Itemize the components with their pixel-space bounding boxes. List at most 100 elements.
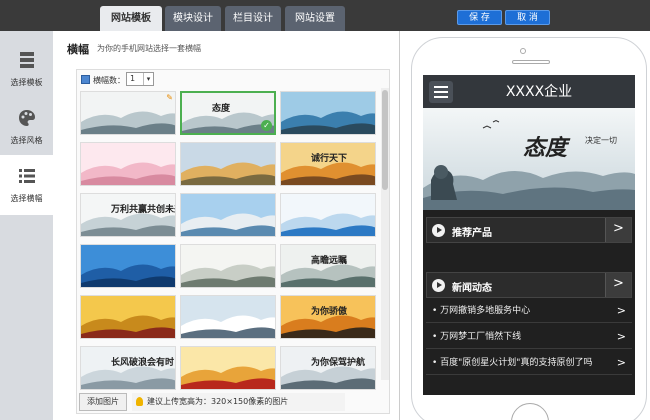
banner-image (181, 347, 275, 389)
banner-image (181, 296, 275, 338)
home-button-icon (511, 403, 549, 420)
scrollbar[interactable] (381, 88, 389, 380)
banner-thumbnail[interactable] (280, 91, 376, 135)
banner-thumbnail[interactable]: ✎ (80, 91, 176, 135)
banner-caption: 态度 (212, 104, 231, 114)
tab-site-settings[interactable]: 网站设置 (285, 6, 345, 31)
news-item[interactable]: • 万网梦工厂悄然下线 > (426, 325, 632, 349)
camera-icon (520, 48, 526, 54)
phone-banner: 态度 决定一切 (423, 108, 635, 210)
banner-thumbnail[interactable] (80, 295, 176, 339)
edit-icon[interactable]: ✎ (166, 93, 173, 102)
sidebar-item-choose-template[interactable]: 选择模板 (0, 39, 53, 97)
banner-thumbnail[interactable]: 为你保驾护航 (280, 346, 376, 390)
banner-image (281, 194, 375, 236)
phone-screen: XXXX企业 态度 决定一切 推荐产品 > 新闻动态 > • 万网撤销多地服务中… (423, 75, 635, 395)
chevron-right-icon[interactable]: > (605, 218, 631, 242)
banner-thumbnail[interactable]: 为你骄傲 (280, 295, 376, 339)
phone-header: XXXX企业 (423, 75, 635, 108)
banner-caption: 高瞻远瞩 (311, 256, 348, 266)
sidebar-item-choose-style[interactable]: 选择风格 (0, 97, 53, 155)
banner-panel: 横幅数： 1 ▾ ✎ 态度 ✓ 诚行天下 万利共赢共创未来 高瞻远瞩 为你骄傲 长风破浪会有时… (76, 69, 390, 414)
banner-image (81, 245, 175, 287)
banner-thumbnail[interactable]: 高瞻远瞩 (280, 244, 376, 288)
tab-module-design[interactable]: 模块设计 (165, 6, 221, 31)
template-icon (20, 52, 34, 68)
banner-thumbnail[interactable] (80, 244, 176, 288)
banner-caption: 态度 (523, 135, 568, 161)
banner-image (281, 143, 375, 185)
play-icon (432, 224, 445, 237)
save-button[interactable]: 保 存 (457, 10, 502, 25)
sidebar-item-choose-banner[interactable]: 选择横幅 (0, 155, 53, 215)
banner-subcaption: 决定一切 (585, 136, 617, 145)
banner-thumbnail[interactable]: 诚行天下 (280, 142, 376, 186)
sidebar-item-label: 选择横幅 (10, 194, 43, 203)
tab-column-design[interactable]: 栏目设计 (225, 6, 281, 31)
banner-thumbnail[interactable]: 万利共赢共创未来 (80, 193, 176, 237)
top-bar: 网站模板 模块设计 栏目设计 网站设置 保 存 取 消 (0, 0, 650, 31)
news-item-text: 万网梦工厂悄然下线 (440, 332, 522, 342)
banner-thumbnail[interactable] (180, 295, 276, 339)
banner-thumbnail[interactable]: 长风破浪会有时 (80, 346, 176, 390)
banner-image (81, 92, 175, 134)
banner-thumbnail[interactable] (180, 346, 276, 390)
news-item-text: 百度"原创星火计划"真的支持原创了吗 (440, 358, 593, 368)
banner-image (181, 143, 275, 185)
list-icon (19, 169, 35, 183)
chevron-right-icon: > (616, 304, 626, 317)
banner-image (281, 245, 375, 287)
banner-image (81, 194, 175, 236)
section-recommended-products[interactable]: 推荐产品 > (426, 217, 632, 243)
news-item-text: 万网撤销多地服务中心 (440, 306, 531, 316)
lightbulb-icon (136, 397, 143, 406)
check-icon: ✓ (261, 120, 272, 131)
chevron-down-icon: ▾ (143, 73, 153, 85)
banner-caption: 长风破浪会有时 (111, 358, 175, 368)
banner-image (281, 347, 375, 389)
banner-image (81, 347, 175, 389)
banner-image (81, 143, 175, 185)
tab-website-template[interactable]: 网站模板 (100, 6, 162, 31)
page-title: 横幅 (67, 43, 89, 56)
section-title: 新闻动态 (452, 283, 492, 294)
sidebar: 选择模板 选择风格 选择横幅 (0, 31, 53, 420)
phone-site-title: XXXX企业 (505, 84, 573, 100)
section-title: 推荐产品 (452, 228, 492, 239)
banner-caption: 万利共赢共创未来 (111, 205, 176, 215)
banner-image (81, 296, 175, 338)
banner-image (281, 296, 375, 338)
banner-count-value: 1 (130, 74, 136, 83)
banner-caption: 诚行天下 (311, 154, 348, 164)
banner-thumbnail[interactable] (280, 193, 376, 237)
banner-image (181, 245, 275, 287)
upload-tip-text: 建议上传宽高为：320×150像素的图片 (147, 397, 289, 406)
banner-count-select[interactable]: 1 ▾ (126, 72, 154, 86)
banner-thumbnail[interactable] (80, 142, 176, 186)
chevron-right-icon: > (616, 356, 626, 369)
sidebar-item-label: 选择风格 (10, 136, 43, 145)
grid-icon (81, 75, 90, 84)
main-panel: 横幅 为你的手机网站选择一套横幅 横幅数： 1 ▾ ✎ 态度 ✓ 诚行天下 万利共赢共创… (53, 31, 400, 420)
banner-image (281, 92, 375, 134)
add-image-button[interactable]: 添加图片 (79, 393, 127, 411)
section-news[interactable]: 新闻动态 > (426, 272, 632, 298)
sidebar-item-label: 选择模板 (10, 78, 43, 87)
chevron-right-icon: > (616, 330, 626, 343)
banner-caption: 为你骄傲 (311, 307, 348, 317)
banner-thumbnail[interactable] (180, 244, 276, 288)
banner-caption: 为你保驾护航 (311, 358, 366, 368)
page-subtitle: 为你的手机网站选择一套横幅 (97, 44, 201, 53)
banner-thumbnail[interactable] (180, 193, 276, 237)
cancel-button[interactable]: 取 消 (505, 10, 550, 25)
news-item[interactable]: • 百度"原创星火计划"真的支持原创了吗 > (426, 351, 632, 375)
chevron-right-icon[interactable]: > (605, 273, 631, 297)
upload-tip: 建议上传宽高为：320×150像素的图片 (132, 393, 345, 411)
banner-thumbnail[interactable]: 态度 ✓ (180, 91, 276, 135)
banner-image (181, 194, 275, 236)
banner-thumbnail[interactable] (180, 142, 276, 186)
news-item[interactable]: • 万网撤销多地服务中心 > (426, 299, 632, 323)
palette-icon (19, 110, 35, 126)
speaker-icon (512, 60, 550, 64)
scrollbar-thumb[interactable] (382, 90, 388, 190)
